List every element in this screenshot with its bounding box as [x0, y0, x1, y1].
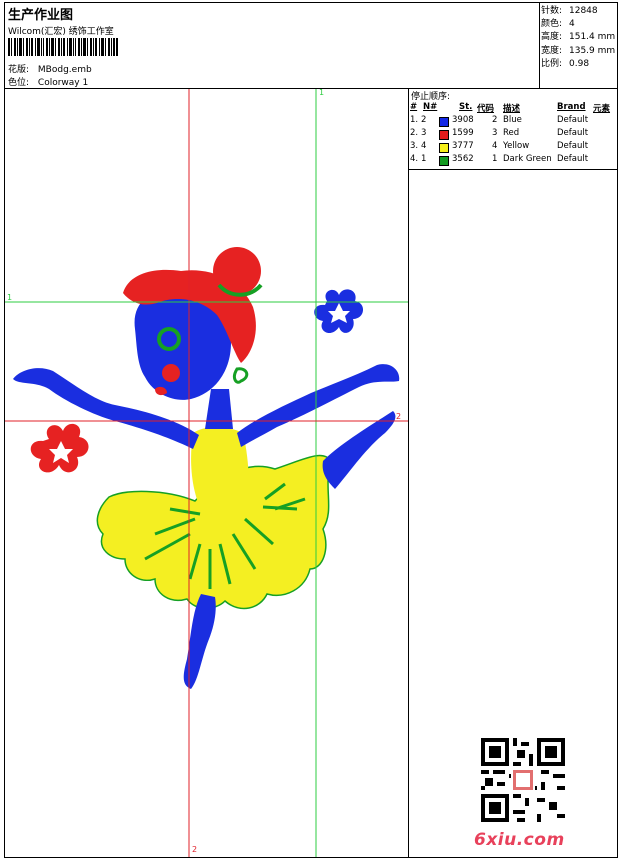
- red-flower-motif: [30, 423, 89, 473]
- color-swatch: [439, 130, 449, 140]
- guide-left-marker: 1: [7, 293, 13, 302]
- neck: [205, 389, 233, 429]
- panel-divider: [408, 88, 409, 858]
- color-swatch: [439, 156, 449, 166]
- colorway-value: Colorway 1: [37, 78, 89, 88]
- stat-stitches: 针数: 12848: [541, 6, 598, 16]
- stats-divider: [539, 2, 540, 88]
- cheek: [162, 364, 180, 382]
- colorway-label: 色位:: [8, 78, 30, 88]
- blue-flower-motif: [314, 289, 364, 334]
- color-swatch: [439, 143, 449, 153]
- stop-sequence-title: 停止顺序:: [411, 92, 451, 102]
- pattern-row: 花版: MBodg.emb: [8, 62, 92, 75]
- guide-bottom-marker: 2: [192, 845, 198, 854]
- page-title: 生产作业图: [8, 8, 74, 23]
- embroidery-design: [5, 89, 408, 857]
- stat-height: 高度: 151.4 mm: [541, 32, 616, 43]
- leg-right: [322, 411, 396, 489]
- table-bottom-rule: [408, 169, 618, 170]
- design-stats: 针数: 12848 颜色: 4 高度: 151.4 mm 宽度: 135.9 mm 比例…: [541, 5, 615, 71]
- design-canvas: 1 1 2 2: [5, 89, 408, 857]
- pattern-label: 花版:: [8, 65, 30, 75]
- colorway-row: 色位: Colorway 1: [8, 75, 88, 88]
- stat-width: 宽度: 135.9 mm: [541, 45, 616, 56]
- guide-top-marker: 1: [319, 89, 325, 97]
- company-name: Wilcom(汇宏) 绣饰工作室: [8, 27, 114, 37]
- stat-scale: 比例: 0.98: [541, 58, 590, 69]
- stat-colors: 颜色: 4: [541, 19, 575, 30]
- watermark-text: 6xiu.com: [474, 830, 565, 850]
- earring: [233, 367, 249, 384]
- qr-code-image: [481, 738, 565, 822]
- pattern-value: MBodg.emb: [37, 65, 92, 75]
- guide-right-marker: 2: [396, 412, 402, 421]
- color-swatch: [439, 117, 449, 127]
- barcode-image: [8, 38, 118, 56]
